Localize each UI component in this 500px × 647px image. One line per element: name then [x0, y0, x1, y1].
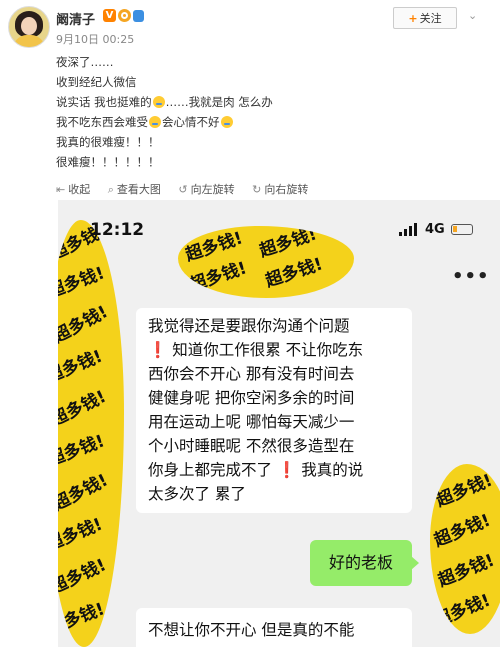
post-line: 我不吃东西会难受 会心情不好	[56, 114, 234, 130]
message-line: ❗ 知道你工作很累 不让你吃东	[148, 341, 364, 359]
message-line: 不想让你不开心 但是真的不能	[148, 621, 355, 639]
post-line: 我真的很难瘦！！！	[56, 135, 160, 149]
more-icon[interactable]: •••	[452, 266, 490, 287]
plus-icon: +	[408, 12, 418, 25]
message-line: 你身上都完成不了 ❗ 我真的说	[148, 461, 364, 479]
message-line: 太多次了 累了	[148, 485, 246, 503]
battery-icon	[451, 224, 473, 235]
fan-badge-icon	[118, 9, 131, 22]
follow-label: 关注	[419, 12, 442, 25]
chat-message-incoming: 不想让你不开心 但是真的不能	[136, 608, 412, 647]
money-sticker: 超多钱! 超多钱! 超多钱! 超多钱! 超多钱! 超多钱! 超多钱! 超多钱! …	[58, 220, 124, 647]
status-time: 12:12	[90, 220, 145, 240]
rotate-right-button[interactable]: ↻ 向右旋转	[252, 183, 308, 196]
follow-button[interactable]: + 关注	[393, 7, 457, 29]
message-line: 西你会不开心 那有没有时间去	[148, 365, 355, 383]
chat-message-incoming: 我觉得还是要跟你沟通个问题 ❗ 知道你工作很累 不让你吃东 西你会不开心 那有没…	[136, 308, 412, 513]
post-line: 夜深了……	[56, 55, 114, 69]
post-line-part: ……我就是肉 怎么办	[165, 95, 273, 109]
post-line-part: 我不吃东西会难受	[56, 115, 148, 129]
message-line: 健健身呢 把你空闲多余的时间	[148, 389, 355, 407]
post-date: 9月10日	[56, 33, 99, 46]
magnify-icon: ⌕	[107, 183, 114, 196]
chat-screenshot[interactable]: 超多钱! 超多钱! 超多钱! 超多钱! 超多钱! 超多钱! 超多钱! 超多钱! …	[58, 200, 500, 647]
chat-message-outgoing: 好的老板	[310, 540, 419, 586]
verified-icon: V	[103, 9, 116, 22]
crying-emoji-icon	[152, 96, 165, 108]
post-line: 说实话 我也挺难的 ……我就是肉 怎么办	[56, 94, 273, 110]
rotate-left-button[interactable]: ↺ 向左旋转	[178, 183, 234, 196]
exclamation-icon: ❗	[276, 461, 297, 479]
network-label: 4G	[425, 222, 445, 237]
member-badge-icon	[133, 10, 144, 22]
post-time: 00:25	[102, 33, 135, 46]
message-line: 个小时睡眠呢 不然很多造型在	[148, 437, 355, 455]
exclamation-icon: ❗	[148, 341, 168, 359]
collapse-button[interactable]: ⇤ 收起	[56, 183, 90, 196]
view-large-button[interactable]: ⌕ 查看大图	[108, 183, 161, 196]
money-sticker: 超多钱! 超多钱! 超多钱! 超多钱!	[178, 226, 354, 298]
collapse-icon: ⇤	[56, 183, 66, 196]
rotate-left-icon: ↺	[178, 183, 188, 196]
money-sticker: 超多钱! 超多钱! 超多钱! 超多钱!	[430, 464, 500, 634]
signal-icon	[399, 222, 421, 236]
image-toolbar: ⇤ 收起 ⌕ 查看大图 ↺ 向左旋转 ↻ 向右旋转	[56, 181, 322, 197]
post-line-part: 说实话 我也挺难的	[56, 95, 152, 109]
post-line: 很难瘦！！！！！！	[56, 155, 160, 169]
message-line: 用在运动上呢 哪怕每天减少一	[148, 413, 355, 431]
message-line: 我觉得还是要跟你沟通个问题	[148, 317, 350, 335]
rotate-right-icon: ↻	[252, 183, 262, 196]
username[interactable]: 阚清子	[56, 9, 95, 28]
chevron-down-icon[interactable]: ⌄	[468, 9, 477, 22]
crying-emoji-icon	[149, 116, 161, 128]
post-line: 收到经纪人微信	[56, 75, 137, 89]
post-line-part: 会心情不好	[162, 115, 220, 129]
avatar[interactable]	[8, 6, 50, 48]
post-timestamp: 9月10日 00:25	[56, 31, 134, 47]
crying-emoji-icon	[220, 116, 233, 128]
